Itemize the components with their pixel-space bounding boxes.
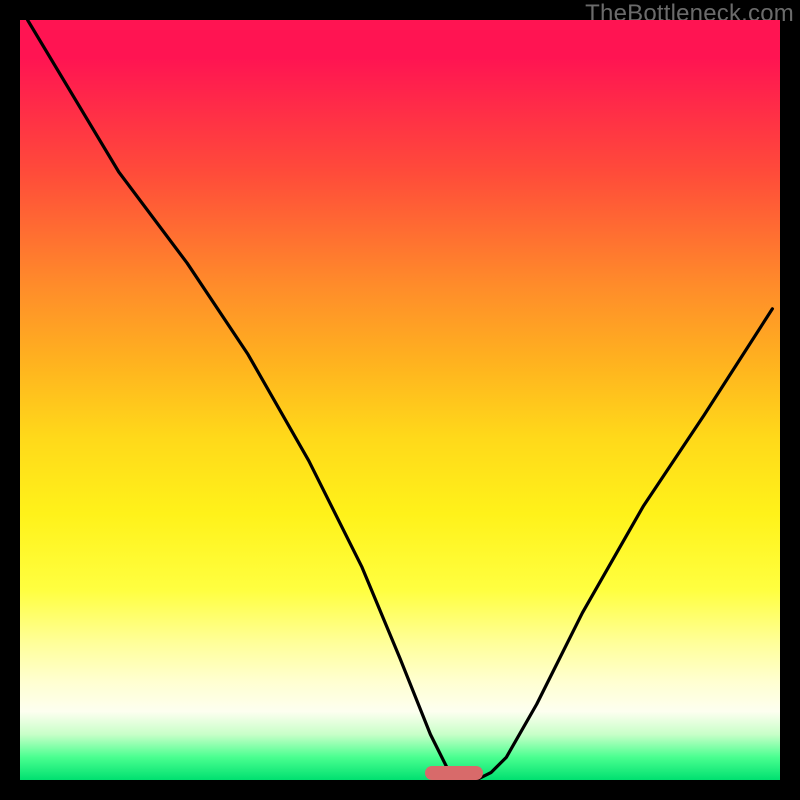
optimal-marker — [425, 766, 483, 780]
bottleneck-curve — [20, 20, 780, 780]
plot-area — [20, 20, 780, 780]
chart-frame: TheBottleneck.com — [0, 0, 800, 800]
curve-path — [28, 20, 773, 780]
